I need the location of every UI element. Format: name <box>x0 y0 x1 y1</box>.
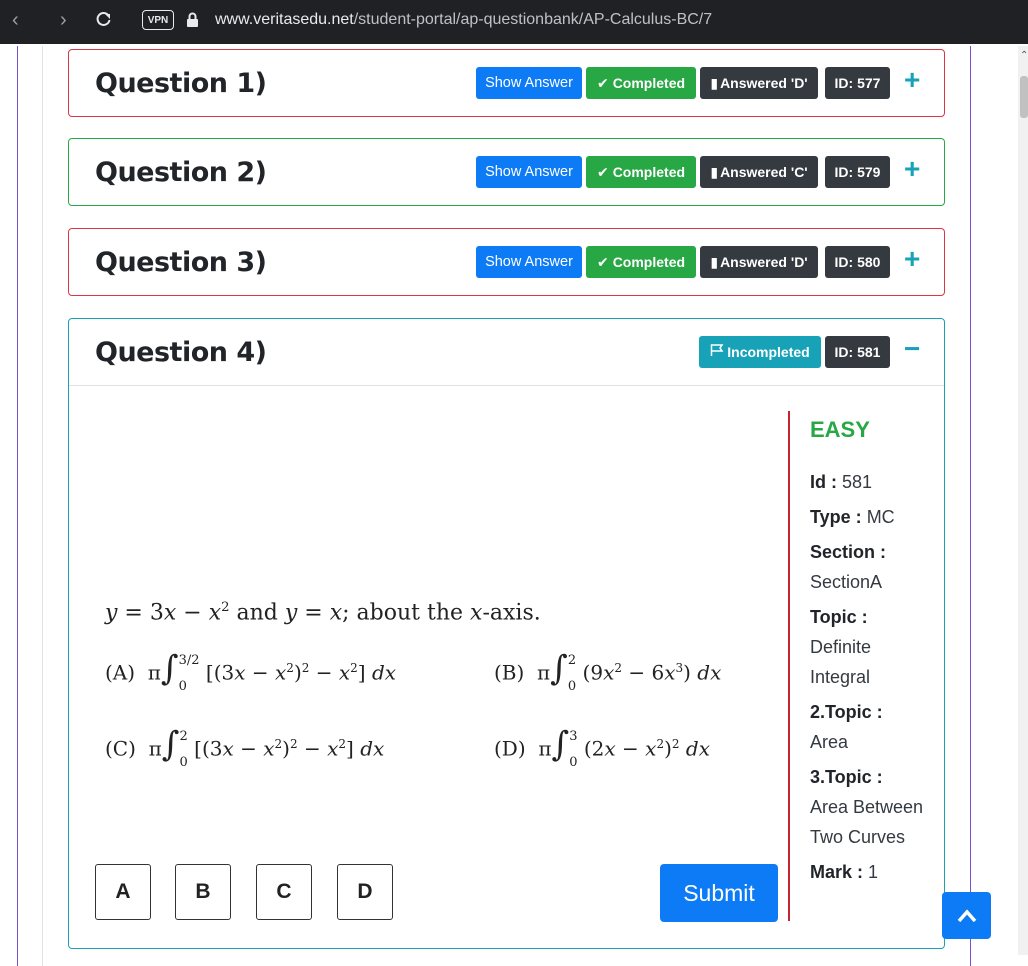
question-body: y = 3x − x2 and y = x; about the x-axis.… <box>69 385 944 946</box>
meta-topic2-value: Area <box>810 732 849 752</box>
url-path: /student-portal/ap-questionbank/AP-Calcu… <box>353 11 713 28</box>
meta-section-value: SectionA <box>810 572 883 592</box>
question-header[interactable]: Question 3) Show Answer ✔ Completed ▮ Answ… <box>69 229 944 295</box>
meta-topic2: 2.Topic : Area <box>810 697 928 757</box>
show-answer-button[interactable]: Show Answer <box>476 246 582 278</box>
option-c: (C) π∫ 2 0 [(3x − x2)2 − x2] dx <box>105 724 385 771</box>
answered-label: Answered 'D' <box>720 254 808 270</box>
question-header[interactable]: Question 4) Incompleted ID: 581 − <box>69 319 944 385</box>
completed-badge: ✔ Completed <box>586 246 696 278</box>
question-title: Question 1) <box>95 68 267 99</box>
meta-id-value: 581 <box>842 472 873 492</box>
completed-badge: ✔ Completed <box>586 156 696 188</box>
option-b: (B) π∫ 2 0 (9x2 − 6x3) dx <box>494 648 722 695</box>
question-title: Question 4) <box>95 337 267 368</box>
meta-topic3-label: 3.Topic : <box>810 767 883 787</box>
completed-label: Completed <box>612 254 686 270</box>
check-icon: ✔ <box>596 163 609 180</box>
question-card-4: Question 4) Incompleted ID: 581 − y = 3x… <box>68 318 945 949</box>
meta-topic3-value: Area Between Two Curves <box>810 797 924 847</box>
id-badge: ID: 579 <box>825 156 890 188</box>
answered-label: Answered 'C' <box>720 164 808 180</box>
submit-button[interactable]: Submit <box>660 864 778 922</box>
collapse-icon[interactable]: − <box>904 333 920 365</box>
check-icon: ✔ <box>596 74 609 91</box>
meta-id-label: Id : <box>810 472 837 492</box>
answer-b-button[interactable]: B <box>175 864 231 920</box>
question-title: Question 3) <box>95 247 267 278</box>
question-stem: y = 3x − x2 and y = x; about the x-axis. <box>105 600 541 626</box>
meta-section-label: Section : <box>810 542 887 562</box>
question-meta-panel: EASY Id : 581 Type : MC Section : Section… <box>788 411 928 921</box>
flag-icon <box>710 344 724 360</box>
difficulty-label: EASY <box>810 417 870 442</box>
meta-topic2-label: 2.Topic : <box>810 702 883 722</box>
meta-type: Type : MC <box>810 502 928 532</box>
incompleted-label: Incompleted <box>727 344 810 360</box>
meta-topic3: 3.Topic : Area Between Two Curves <box>810 762 928 852</box>
answered-label: Answered 'D' <box>720 75 808 91</box>
bookmark-icon: ▮ <box>710 74 719 91</box>
meta-mark-label: Mark : <box>810 862 864 882</box>
question-header[interactable]: Question 1) Show Answer ✔ Completed ▮ Answ… <box>69 50 944 116</box>
question-header[interactable]: Question 2) Show Answer ✔ Completed ▮ Answ… <box>69 139 944 205</box>
chevron-up-icon <box>957 908 976 922</box>
scrollbar[interactable] <box>1018 46 1028 955</box>
reload-icon[interactable] <box>95 11 112 33</box>
id-badge: ID: 581 <box>825 336 890 368</box>
completed-badge: ✔ Completed <box>586 67 696 99</box>
question-card-3: Question 3) Show Answer ✔ Completed ▮ Answ… <box>68 228 945 296</box>
answer-a-button[interactable]: A <box>95 864 151 920</box>
expand-icon[interactable]: + <box>904 153 920 185</box>
expand-icon[interactable]: + <box>904 64 920 96</box>
bookmark-icon: ▮ <box>710 253 719 270</box>
meta-topic: Topic : Definite Integral <box>810 602 928 692</box>
question-title: Question 2) <box>95 157 267 188</box>
meta-mark: Mark : 1 <box>810 857 928 887</box>
back-icon[interactable]: ‹ <box>12 10 19 30</box>
incompleted-badge: Incompleted <box>699 336 821 368</box>
meta-topic-value: Definite Integral <box>810 637 872 687</box>
forward-icon[interactable]: › <box>60 10 67 30</box>
meta-id: Id : 581 <box>810 467 928 497</box>
show-answer-button[interactable]: Show Answer <box>476 156 582 188</box>
option-d: (D) π∫ 3 0 (2x − x2)2 dx <box>494 724 710 771</box>
address-bar[interactable]: www.veritasedu.net/student-portal/ap-que… <box>215 11 712 29</box>
answered-badge: ▮ Answered 'D' <box>700 246 818 278</box>
url-host: www.veritasedu.net <box>215 11 354 28</box>
scroll-up-icon[interactable]: ⌃ <box>1020 50 1028 61</box>
completed-label: Completed <box>612 164 686 180</box>
lock-icon[interactable] <box>186 12 199 33</box>
show-answer-button[interactable]: Show Answer <box>476 67 582 99</box>
expand-icon[interactable]: + <box>904 243 920 275</box>
meta-topic-label: Topic : <box>810 607 868 627</box>
question-card-2: Question 2) Show Answer ✔ Completed ▮ Answ… <box>68 138 945 206</box>
scrollbar-thumb[interactable] <box>1020 76 1028 118</box>
meta-type-value: MC <box>866 507 895 527</box>
meta-section: Section : SectionA <box>810 537 928 597</box>
meta-type-label: Type : <box>810 507 862 527</box>
answered-badge: ▮ Answered 'C' <box>700 156 818 188</box>
browser-toolbar: ‹ › VPN www.veritasedu.net/student-porta… <box>0 0 1028 44</box>
answer-d-button[interactable]: D <box>337 864 393 920</box>
id-badge: ID: 580 <box>825 246 890 278</box>
id-badge: ID: 577 <box>825 67 890 99</box>
scroll-to-top-button[interactable] <box>942 892 991 939</box>
question-card-1: Question 1) Show Answer ✔ Completed ▮ Answ… <box>68 49 945 117</box>
option-a: (A) π∫ 3/2 0 [(3x − x2)2 − x2] dx <box>105 648 397 695</box>
check-icon: ✔ <box>596 253 609 270</box>
vpn-badge[interactable]: VPN <box>142 10 174 30</box>
answer-c-button[interactable]: C <box>256 864 312 920</box>
completed-label: Completed <box>612 75 686 91</box>
meta-mark-value: 1 <box>868 862 879 882</box>
answered-badge: ▮ Answered 'D' <box>700 67 818 99</box>
bookmark-icon: ▮ <box>710 163 719 180</box>
